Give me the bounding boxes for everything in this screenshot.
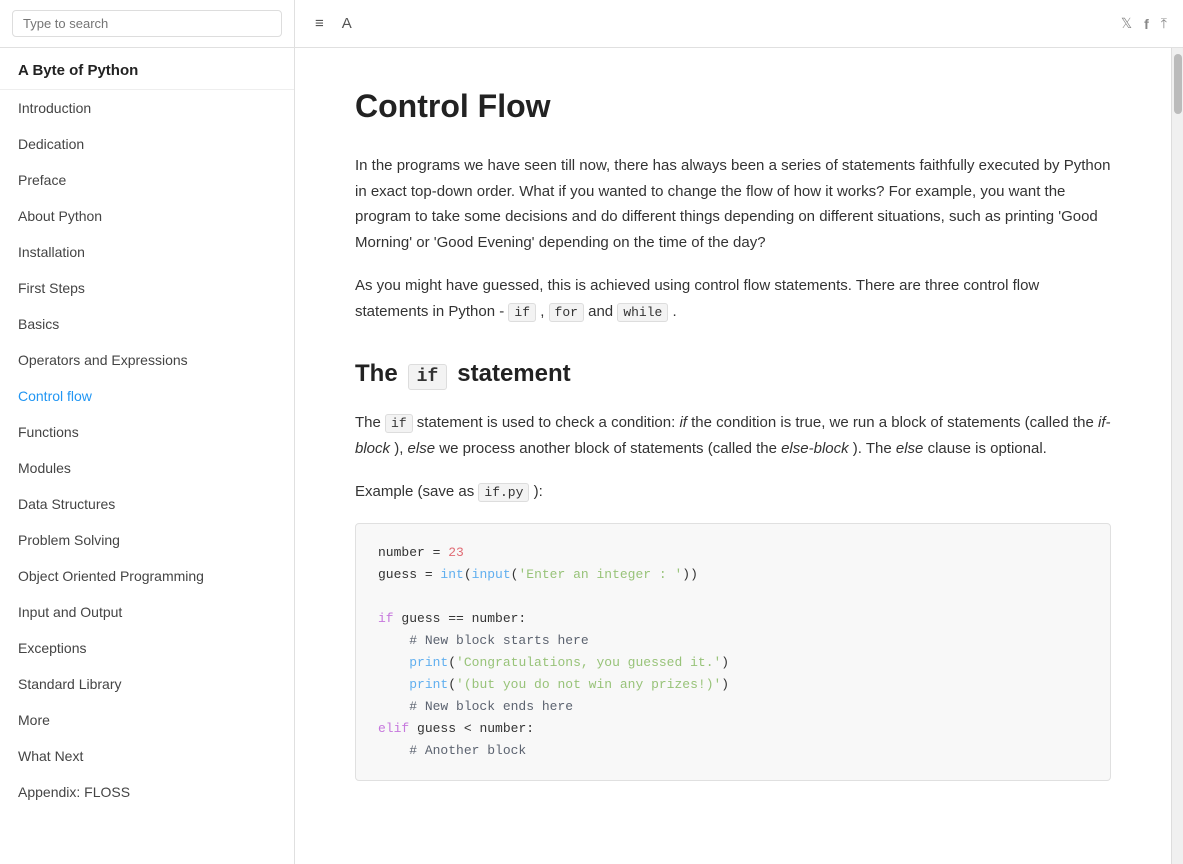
- section1-title-suffix: statement: [457, 360, 570, 388]
- s1p1-if-code: if: [385, 414, 413, 433]
- font-icon-button[interactable]: A: [336, 11, 358, 36]
- sidebar-item-preface[interactable]: Preface: [0, 162, 294, 198]
- example-label: Example (save as if.py ):: [355, 479, 1111, 505]
- intro-if-code: if: [508, 303, 536, 322]
- s1p1-middle2: the condition is true, we run a block of…: [691, 414, 1098, 431]
- list-icon: ≡: [315, 15, 324, 32]
- s1p1-if-italic: if: [679, 414, 687, 431]
- sidebar-item-data-structures[interactable]: Data Structures: [0, 486, 294, 522]
- intro-for-code: for: [549, 303, 584, 322]
- sidebar-item-modules[interactable]: Modules: [0, 450, 294, 486]
- section1-if-code: if: [408, 364, 448, 390]
- twitter-icon[interactable]: 𝕏: [1121, 15, 1132, 32]
- sidebar-item-about-python[interactable]: About Python: [0, 198, 294, 234]
- code-block: number = 23 guess = int(input('Enter an …: [355, 523, 1111, 782]
- example-filename: if.py: [478, 483, 529, 502]
- s1p1-final: clause is optional.: [928, 440, 1047, 457]
- share-icon[interactable]: ⤒: [1161, 15, 1167, 32]
- sidebar-title: A Byte of Python: [0, 48, 294, 90]
- facebook-icon[interactable]: f: [1144, 16, 1149, 32]
- s1p1-paren: ),: [394, 440, 407, 457]
- sidebar-item-what-next[interactable]: What Next: [0, 738, 294, 774]
- sidebar-item-problem-solving[interactable]: Problem Solving: [0, 522, 294, 558]
- intro-comma: ,: [540, 303, 544, 320]
- section1-paragraph-1: The if statement is used to check a cond…: [355, 410, 1111, 461]
- section1-title: The if statement: [355, 360, 1111, 390]
- scrollbar-thumb[interactable]: [1174, 54, 1182, 114]
- sidebar-item-installation[interactable]: Installation: [0, 234, 294, 270]
- toolbar-right: 𝕏 f ⤒: [1121, 15, 1183, 32]
- sidebar-item-basics[interactable]: Basics: [0, 306, 294, 342]
- right-scrollbar[interactable]: [1171, 48, 1183, 864]
- sidebar-item-introduction[interactable]: Introduction: [0, 90, 294, 126]
- example-end: ):: [534, 483, 543, 500]
- sidebar-item-exceptions[interactable]: Exceptions: [0, 630, 294, 666]
- main-area: A Byte of Python IntroductionDedicationP…: [0, 48, 1183, 864]
- intro-and: and: [588, 303, 613, 320]
- s1p1-else-italic: else: [408, 440, 436, 457]
- sidebar: A Byte of Python IntroductionDedicationP…: [0, 48, 295, 864]
- toolbar-icons: ≡ A: [295, 11, 1121, 36]
- intro-while-code: while: [617, 303, 668, 322]
- s1p1-middle1: statement is used to check a condition:: [417, 414, 680, 431]
- sidebar-item-standard-library[interactable]: Standard Library: [0, 666, 294, 702]
- sidebar-item-more[interactable]: More: [0, 702, 294, 738]
- intro-para2-before: As you might have guessed, this is achie…: [355, 277, 1039, 320]
- sidebar-item-operators-and-expressions[interactable]: Operators and Expressions: [0, 342, 294, 378]
- sidebar-item-functions[interactable]: Functions: [0, 414, 294, 450]
- intro-paragraph-1: In the programs we have seen till now, t…: [355, 153, 1111, 255]
- example-text: Example (save as: [355, 483, 478, 500]
- content-area: Control Flow In the programs we have see…: [295, 48, 1171, 864]
- search-input[interactable]: [12, 10, 282, 37]
- sidebar-item-object-oriented-programming[interactable]: Object Oriented Programming: [0, 558, 294, 594]
- sidebar-item-control-flow[interactable]: Control flow: [0, 378, 294, 414]
- sidebar-item-dedication[interactable]: Dedication: [0, 126, 294, 162]
- list-icon-button[interactable]: ≡: [309, 11, 330, 36]
- s1p1-else-text: we process another block of statements (…: [439, 440, 781, 457]
- intro-paragraph-2: As you might have guessed, this is achie…: [355, 273, 1111, 324]
- font-icon: A: [342, 15, 352, 32]
- section1-title-prefix: The: [355, 360, 398, 388]
- s1p1-end: ). The: [853, 440, 896, 457]
- sidebar-item-input-and-output[interactable]: Input and Output: [0, 594, 294, 630]
- sidebar-item-first-steps[interactable]: First Steps: [0, 270, 294, 306]
- sidebar-search-area: [0, 0, 295, 47]
- sidebar-item-appendix-floss[interactable]: Appendix: FLOSS: [0, 774, 294, 810]
- intro-dot: .: [673, 303, 677, 320]
- s1p1-else2: else: [896, 440, 924, 457]
- s1p1-elseblock: else-block: [781, 440, 849, 457]
- page-title: Control Flow: [355, 88, 1111, 125]
- s1p1-before: The: [355, 414, 385, 431]
